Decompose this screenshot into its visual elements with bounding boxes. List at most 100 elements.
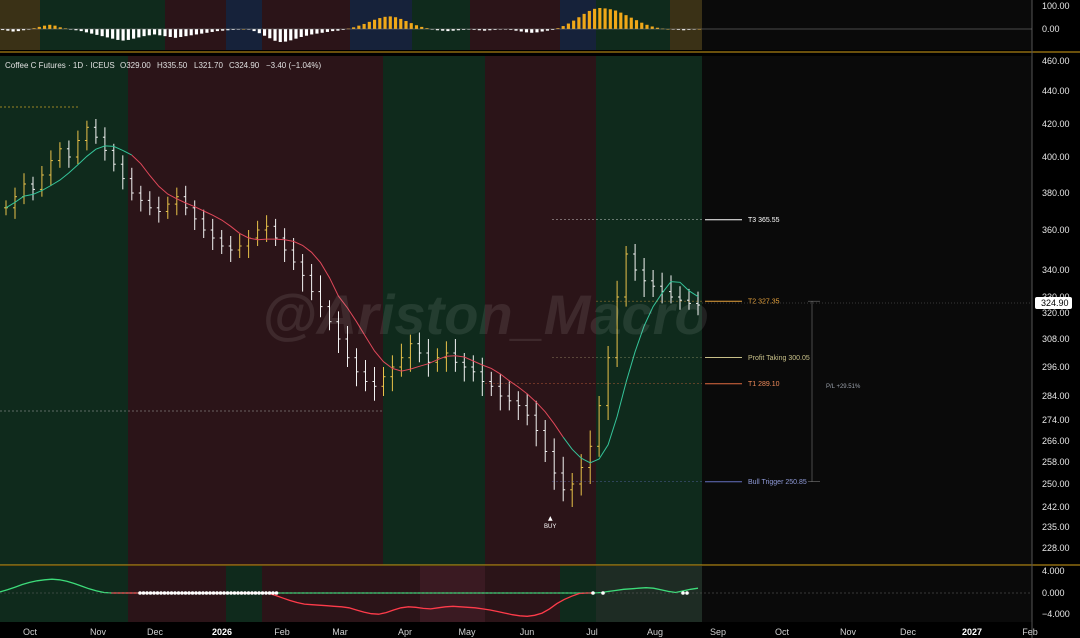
zero-cross-dot-0 — [138, 591, 142, 595]
histogram-bar-92 — [483, 29, 487, 31]
x-tick-6: Apr — [398, 627, 412, 637]
zero-cross-dot-11 — [176, 591, 181, 595]
histogram-bar-69 — [362, 23, 366, 29]
x-tick-8: Jun — [520, 627, 535, 637]
histogram-bar-2 — [11, 29, 15, 32]
histogram-bar-25 — [132, 29, 136, 39]
histogram-bar-19 — [100, 29, 104, 37]
histogram-bar-17 — [90, 29, 94, 34]
histogram-bar-72 — [378, 18, 382, 29]
histogram-bar-42 — [221, 29, 225, 31]
main-y-tick-0: 460.00 — [1042, 56, 1070, 66]
zero-cross-dot-1 — [141, 591, 146, 595]
zero-cross-dot-28 — [236, 591, 240, 595]
main-y-tick-18: 228.00 — [1042, 543, 1070, 553]
histogram-bar-101 — [530, 29, 534, 33]
histogram-bar-33 — [173, 29, 178, 38]
zero-cross-dot-17 — [197, 591, 202, 595]
histogram-bar-27 — [142, 29, 146, 37]
header-low: L321.70 — [194, 61, 223, 70]
histogram-bar-3 — [16, 29, 20, 32]
zero-cross-dot-16 — [194, 591, 198, 595]
zero-cross-dot-18 — [201, 591, 205, 595]
histogram-bar-34 — [179, 29, 183, 37]
main-y-tick-4: 380.00 — [1042, 188, 1070, 198]
top-band-0 — [0, 0, 40, 50]
histogram-bar-16 — [84, 29, 89, 33]
histogram-bar-22 — [116, 29, 120, 40]
histogram-bar-114 — [598, 8, 602, 29]
histogram-bar-77 — [404, 21, 408, 29]
histogram-bar-84 — [441, 29, 445, 31]
top-band-4 — [262, 0, 350, 50]
bottom-band-3 — [262, 566, 420, 622]
zero-cross-dot-29 — [239, 591, 244, 595]
chart: T3 365.55 T2 327.35 Profit Taking 300.05 T1… — [0, 0, 1080, 638]
histogram-bar-85 — [446, 29, 450, 32]
regime-band-5 — [702, 56, 1032, 565]
main-y-tick-6: 340.00 — [1042, 265, 1070, 275]
zero-cross-dot-34 — [257, 591, 261, 595]
histogram-bar-115 — [603, 8, 607, 29]
signal-dot-d — [685, 591, 689, 595]
histogram-bar-9 — [48, 24, 52, 29]
bottom-band-4 — [420, 566, 485, 622]
histogram-bar-86 — [451, 29, 455, 31]
signal-dot-b — [601, 591, 605, 595]
main-y-tick-13: 266.00 — [1042, 436, 1070, 446]
histogram-bar-37 — [194, 29, 199, 35]
zero-cross-dot-23 — [218, 591, 223, 595]
histogram-bar-48 — [252, 29, 256, 32]
x-tick-4: Feb — [274, 627, 290, 637]
top-y-tick-1: 0.00 — [1042, 24, 1060, 34]
main-y-tick-3: 400.00 — [1042, 152, 1070, 162]
signal-dot-a — [591, 591, 595, 595]
top-band-11 — [702, 0, 1032, 50]
histogram-bar-8 — [42, 25, 47, 29]
histogram-bar-11 — [58, 27, 62, 29]
histogram-bar-100 — [524, 29, 529, 33]
histogram-bar-20 — [105, 29, 109, 38]
main-y-tick-11: 284.00 — [1042, 391, 1070, 401]
histogram-bar-35 — [184, 29, 188, 37]
histogram-bar-117 — [613, 10, 618, 29]
zero-cross-dot-35 — [260, 591, 265, 595]
histogram-bar-60 — [315, 29, 319, 34]
zero-cross-dot-32 — [250, 591, 254, 595]
x-tick-14: Dec — [900, 627, 917, 637]
histogram-bar-116 — [608, 9, 612, 29]
header-symbol: Coffee C Futures · 1D · ICEUS — [5, 61, 115, 70]
histogram-bar-119 — [624, 15, 628, 29]
header-open: O329.00 — [120, 61, 151, 70]
histogram-bar-75 — [393, 17, 398, 29]
x-tick-0: Oct — [23, 627, 38, 637]
histogram-bar-102 — [535, 29, 539, 33]
x-tick-1: Nov — [90, 627, 107, 637]
top-band-1 — [40, 0, 165, 50]
histogram-bar-124 — [650, 26, 654, 29]
histogram-bar-21 — [111, 29, 115, 39]
histogram-bar-78 — [409, 23, 413, 29]
header-high: H335.50 — [157, 61, 188, 70]
top-band-2 — [165, 0, 226, 50]
top-band-9 — [596, 0, 670, 50]
histogram-bar-111 — [582, 13, 586, 29]
zero-cross-dot-26 — [229, 591, 233, 595]
main-y-tick-8: 320.00 — [1042, 308, 1070, 318]
top-y-tick-0: 100.00 — [1042, 1, 1070, 11]
x-tick-16: Feb — [1022, 627, 1038, 637]
histogram-bar-76 — [399, 18, 403, 29]
x-tick-7: May — [458, 627, 476, 637]
histogram-bar-30 — [158, 29, 162, 36]
bottom-y-tick-1: 0.000 — [1042, 588, 1065, 598]
histogram-bar-36 — [189, 29, 193, 36]
zero-cross-dot-6 — [159, 591, 163, 595]
zero-cross-dot-14 — [187, 591, 191, 595]
main-y-tick-5: 360.00 — [1042, 225, 1070, 235]
bottom-band-0 — [0, 566, 128, 622]
histogram-bar-7 — [37, 26, 41, 29]
zero-cross-dot-33 — [253, 591, 258, 595]
main-y-tick-1: 440.00 — [1042, 86, 1070, 96]
histogram-bar-79 — [414, 25, 419, 29]
bottom-y-tick-0: 4.000 — [1042, 566, 1065, 576]
